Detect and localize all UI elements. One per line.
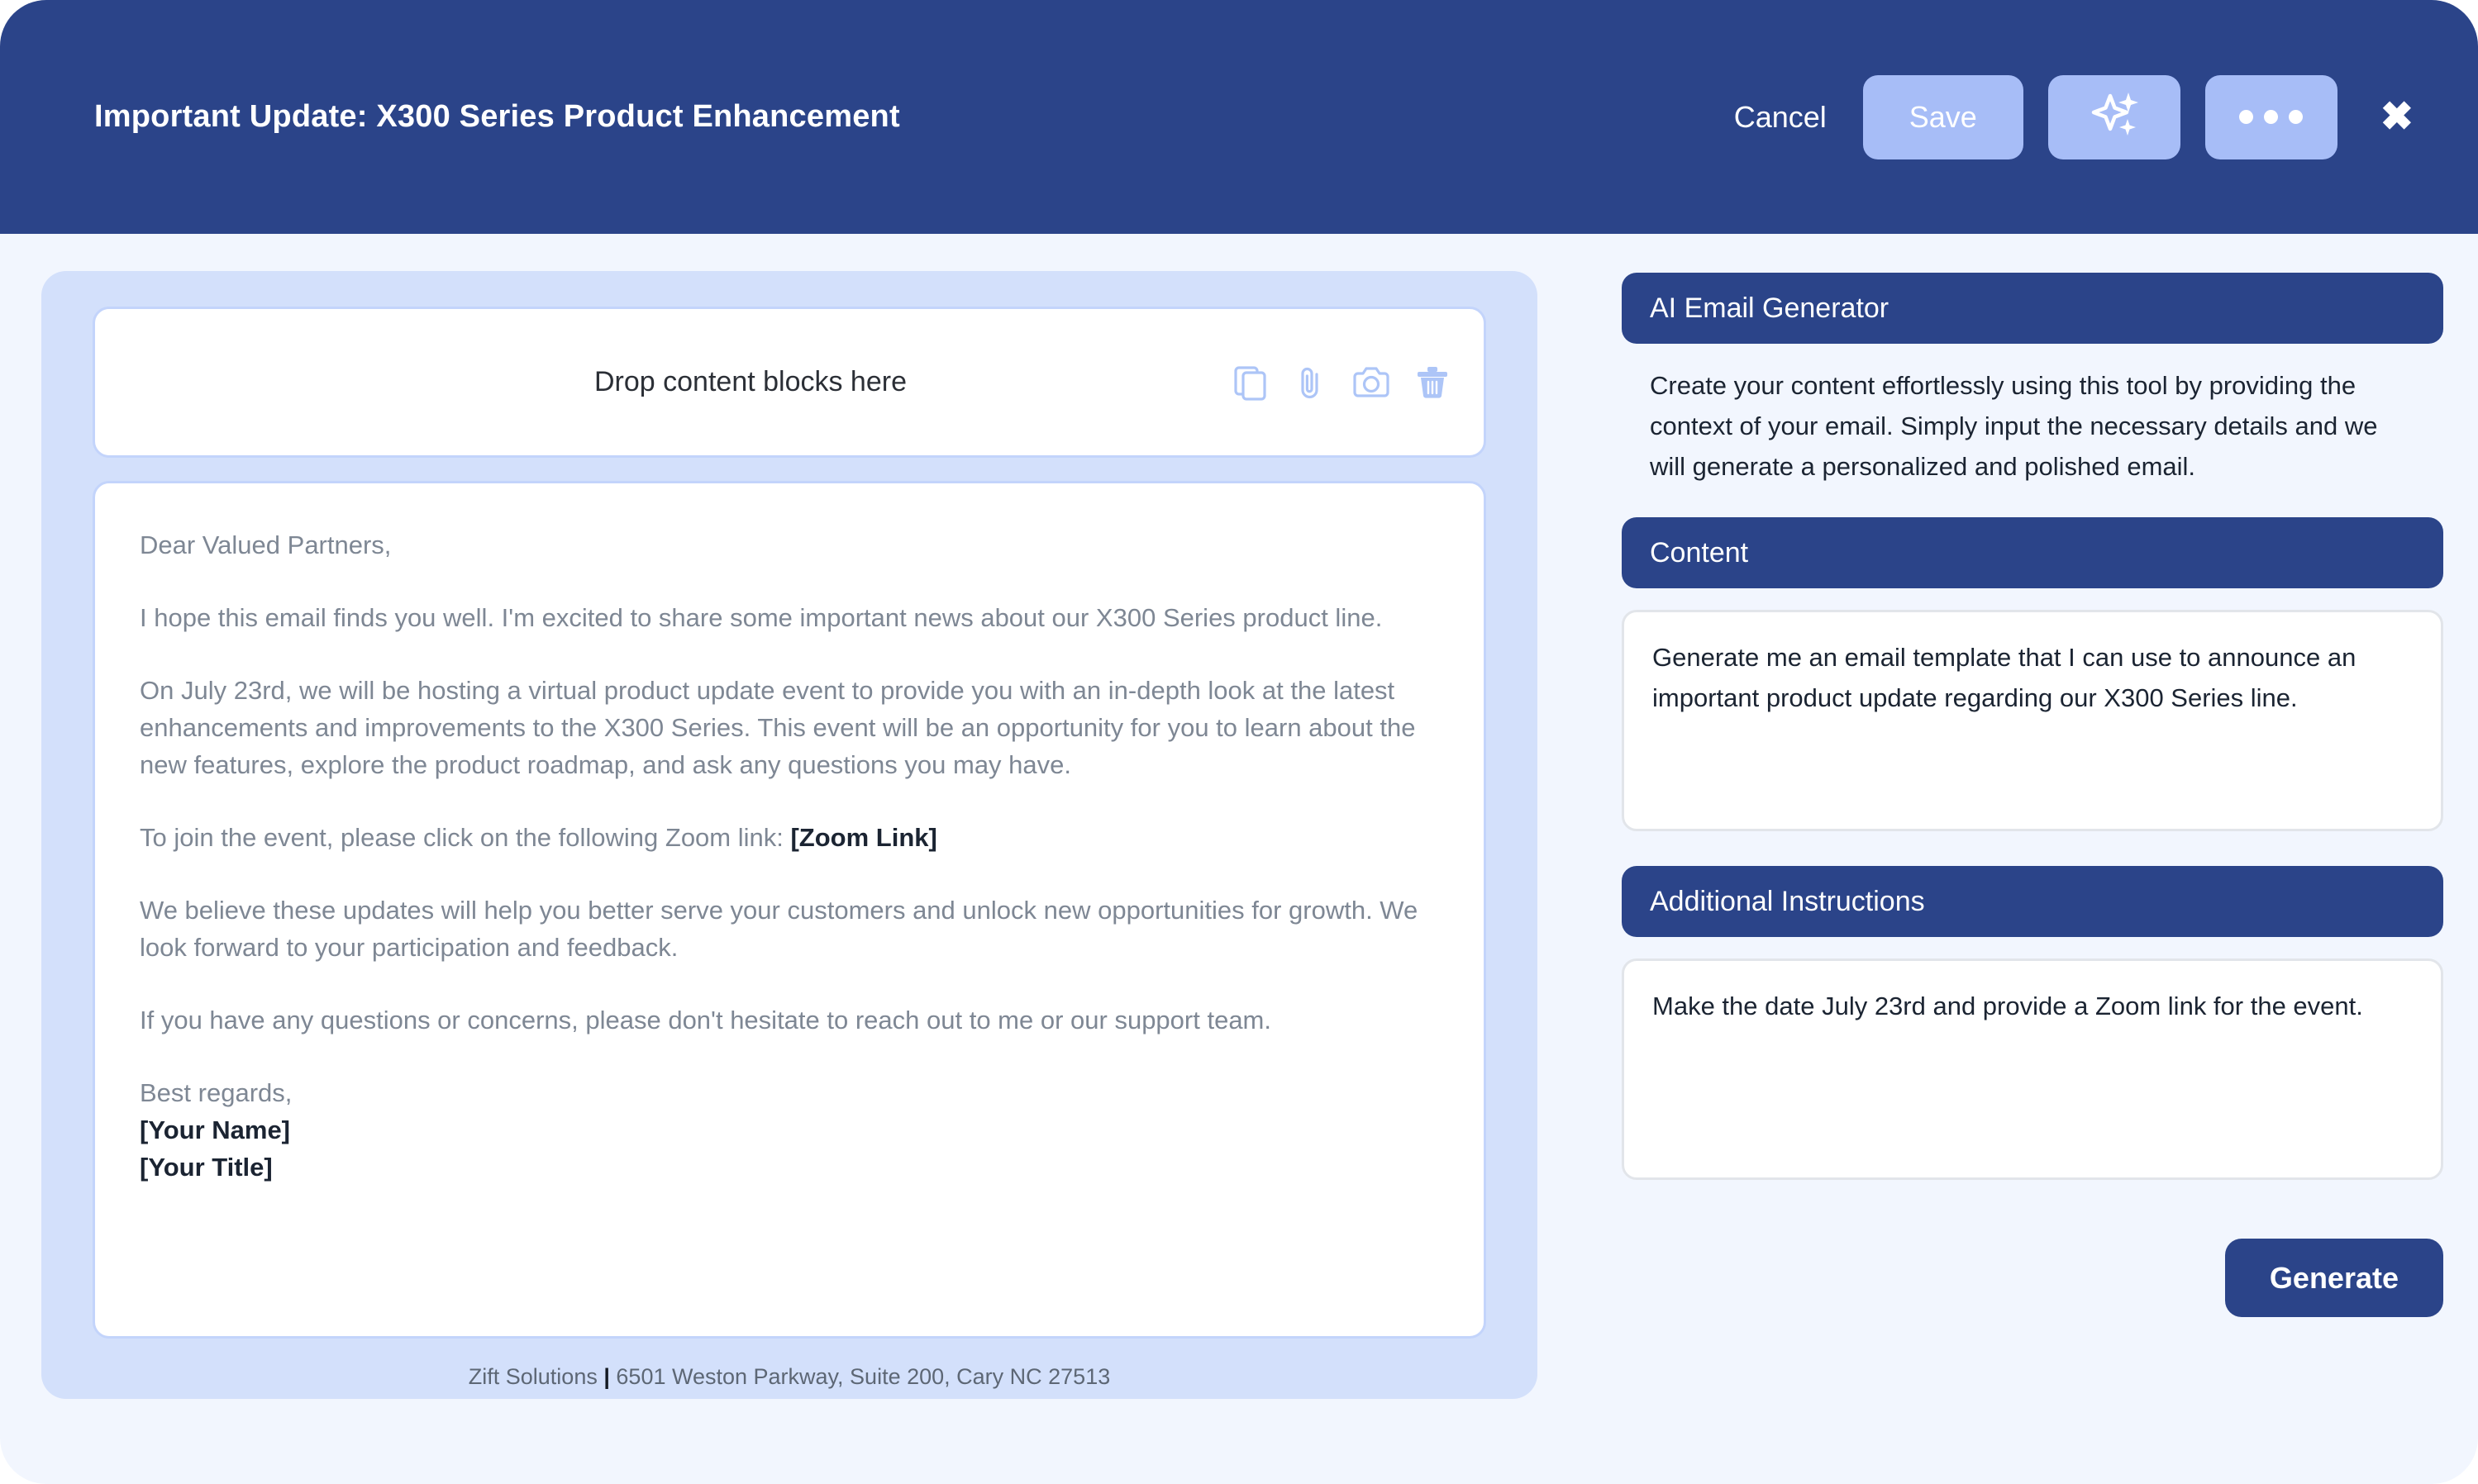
content-block: Content [1622, 517, 2443, 835]
email-greeting: Dear Valued Partners, [140, 530, 392, 559]
footer-separator: | [603, 1364, 610, 1389]
generate-row: Generate [1622, 1239, 2443, 1317]
additional-instructions-title: Additional Instructions [1650, 885, 1925, 917]
footer-address: 6501 Weston Parkway, Suite 200, Cary NC … [609, 1364, 1111, 1389]
email-signature-name: [Your Name] [140, 1115, 291, 1144]
page-title: Important Update: X300 Series Product En… [94, 99, 900, 134]
ai-generator-description: Create your content effortlessly using t… [1650, 371, 2378, 481]
footer-company: Zift Solutions [468, 1364, 604, 1389]
ai-email-generator-panel: AI Email Generator Create your content e… [1622, 273, 2443, 1429]
email-paragraph-1: I hope this email finds you well. I'm ex… [140, 603, 1383, 632]
dropzone-toolbar [1232, 364, 1451, 401]
email-footer: Zift Solutions | 6501 Weston Parkway, Su… [93, 1339, 1486, 1390]
header-actions: Cancel Save ✖ [1723, 74, 2425, 159]
additional-instructions-block: Additional Instructions [1622, 866, 2443, 1184]
email-signature-title: [Your Title] [140, 1153, 273, 1182]
modal-header: Important Update: X300 Series Product En… [0, 0, 2478, 234]
duplicate-icon[interactable] [1232, 364, 1269, 401]
sparkles-icon [2089, 88, 2140, 146]
generate-button[interactable]: Generate [2224, 1239, 2443, 1317]
email-paragraph-3: To join the event, please click on the f… [140, 819, 1439, 856]
ai-generator-header: AI Email Generator [1622, 273, 2443, 344]
email-zoom-link[interactable]: [Zoom Link] [790, 823, 936, 852]
content-dropzone[interactable]: Drop content blocks here [93, 307, 1486, 458]
generator-intro-block: AI Email Generator Create your content e… [1622, 273, 2443, 487]
more-options-button[interactable] [2204, 74, 2337, 159]
camera-icon[interactable] [1351, 364, 1391, 401]
email-paragraph-5: If you have any questions or concerns, p… [140, 1006, 1271, 1035]
close-button[interactable]: ✖ [2362, 94, 2425, 139]
ai-generator-title: AI Email Generator [1650, 292, 1889, 324]
email-paragraph-4: We believe these updates will help you b… [140, 896, 1418, 962]
save-button[interactable]: Save [1862, 74, 2023, 159]
email-paragraph-2: On July 23rd, we will be hosting a virtu… [140, 676, 1416, 779]
content-input[interactable] [1622, 610, 2443, 831]
ai-assist-button[interactable] [2047, 74, 2180, 159]
dropzone-label: Drop content blocks here [594, 366, 907, 397]
trash-icon[interactable] [1414, 364, 1451, 401]
paperclip-icon[interactable] [1292, 364, 1328, 401]
cancel-button[interactable]: Cancel [1723, 100, 1838, 135]
additional-instructions-header: Additional Instructions [1622, 866, 2443, 937]
email-signature: Best regards, [Your Name] [Your Title] [140, 1074, 1439, 1186]
ellipsis-icon [2239, 110, 2304, 124]
email-canvas: Drop content blocks here Dear Valued Par… [41, 271, 1537, 1399]
content-header: Content [1622, 517, 2443, 588]
email-signoff: Best regards, [140, 1078, 293, 1107]
email-zoom-prefix: To join the event, please click on the f… [140, 823, 791, 852]
modal-body: Drop content blocks here Dear Valued Par… [0, 234, 2478, 1484]
close-icon: ✖ [2380, 94, 2414, 139]
content-title: Content [1650, 536, 1749, 568]
additional-instructions-input[interactable] [1622, 958, 2443, 1180]
email-editor-modal: Important Update: X300 Series Product En… [0, 0, 2478, 1484]
email-body[interactable]: Dear Valued Partners, I hope this email … [93, 481, 1486, 1339]
app-root: Important Update: X300 Series Product En… [0, 0, 2478, 1484]
